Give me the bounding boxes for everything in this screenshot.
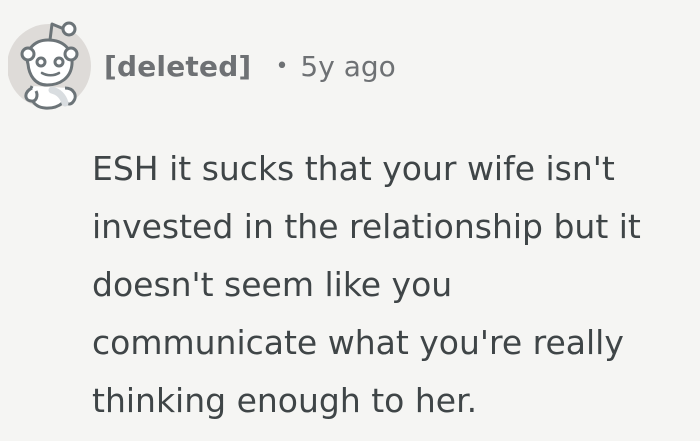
comment-body-line-3: doesn't seem like you — [92, 265, 453, 304]
snoo-head — [25, 38, 74, 87]
comment-timestamp[interactable]: 5y ago — [300, 50, 395, 83]
reddit-snoo-avatar-svg — [8, 21, 91, 110]
comment-card: [deleted] • 5y ago ESH it sucks that you… — [0, 0, 700, 441]
snoo-left-ear — [20, 46, 36, 62]
snoo-antenna-ball — [61, 21, 77, 37]
snoo-right-ear — [63, 46, 79, 62]
comment-body-line-2: invested in the relationship but it — [92, 207, 641, 246]
comment-body-line-4: communicate what you're really — [92, 323, 624, 362]
reddit-snoo-avatar-icon[interactable] — [8, 6, 98, 110]
comment-author[interactable]: [deleted] — [104, 50, 251, 83]
snoo-left-eye — [35, 56, 47, 68]
comment-body-line-5: thinking enough to her. — [92, 381, 478, 420]
meta-separator: • — [275, 53, 289, 79]
comment-body: ESH it sucks that your wife isn't invest… — [92, 140, 688, 432]
snoo-right-eye — [53, 56, 65, 68]
comment-body-line-1: ESH it sucks that your wife isn't — [92, 149, 615, 188]
comment-meta: [deleted] • 5y ago — [104, 46, 396, 86]
